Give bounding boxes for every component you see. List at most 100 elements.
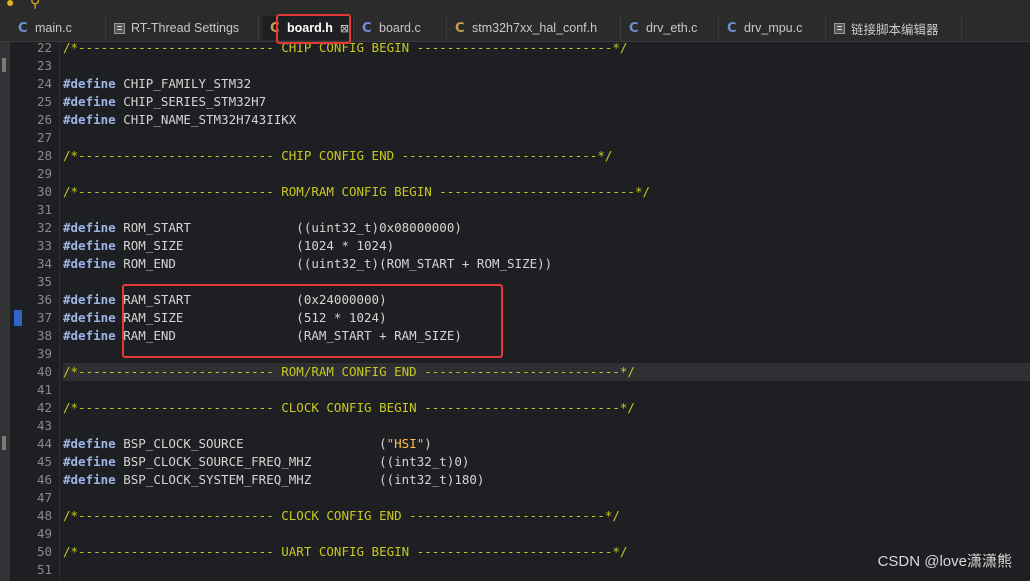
code-token: ROM_START ((uint32_t)0x08000000)	[115, 220, 462, 235]
code-line[interactable]: #define CHIP_NAME_STM32H743IIKX	[63, 111, 1030, 129]
toolbar-strip: ● ⚲	[0, 0, 1030, 14]
line-number: 50	[36, 544, 52, 559]
search-icon[interactable]: ⚲	[30, 0, 40, 11]
c-file-icon: C	[629, 20, 639, 36]
line-number: 28	[36, 148, 52, 163]
tab-label: board.h	[287, 21, 333, 35]
code-token: ROM_END ((uint32_t)(ROM_START + ROM_SIZE…	[115, 256, 553, 271]
line-number: 47	[36, 490, 52, 505]
line-number: 48	[36, 508, 52, 523]
line-number-gutter: 22 23 24 25 26 27 28 29 30 31 32 33 34 35 36 37 38 39 40 41…	[12, 40, 56, 581]
comment-token: /*-------------------------- CLOCK CONFI…	[63, 400, 635, 415]
c-file-icon: C	[18, 20, 28, 36]
tab-label: drv_mpu.c	[744, 21, 803, 35]
comment-token: /*-------------------------- CHIP CONFIG…	[63, 40, 628, 55]
code-line[interactable]: #define RAM_END (RAM_START + RAM_SIZE)	[63, 327, 1030, 345]
code-line[interactable]	[63, 489, 1030, 507]
toolbar-icon[interactable]: ●	[6, 0, 14, 10]
tab-linker-editor[interactable]: 链接脚本编辑器	[826, 16, 962, 40]
line-number: 38	[36, 328, 52, 343]
code-line[interactable]: /*-------------------------- ROM/RAM CON…	[63, 183, 1030, 201]
line-number: 29	[36, 166, 52, 181]
line-number: 49	[36, 526, 52, 541]
code-line[interactable]	[63, 273, 1030, 291]
code-line[interactable]	[63, 57, 1030, 75]
code-line[interactable]: #define BSP_CLOCK_SYSTEM_FREQ_MHZ ((int3…	[63, 471, 1030, 489]
code-token: ROM_SIZE (1024 * 1024)	[115, 238, 395, 253]
line-number: 22	[36, 40, 52, 55]
settings-file-icon	[114, 22, 125, 34]
line-number: 25	[36, 94, 52, 109]
linker-editor-icon	[834, 22, 845, 34]
comment-token: /*-------------------------- UART CONFIG…	[63, 544, 628, 559]
tab-label: stm32h7xx_hal_conf.h	[472, 21, 598, 35]
code-token: RAM_END (RAM_START + RAM_SIZE)	[115, 328, 462, 343]
tab-board-c[interactable]: Cboard.c	[354, 16, 447, 40]
code-line[interactable]: /*-------------------------- CHIP CONFIG…	[63, 147, 1030, 165]
keyword-token: #define	[63, 76, 116, 91]
line-number: 30	[36, 184, 52, 199]
line-number: 27	[36, 130, 52, 145]
code-line[interactable]: #define CHIP_FAMILY_STM32	[63, 75, 1030, 93]
keyword-token: #define	[63, 292, 116, 307]
keyword-token: #define	[63, 94, 116, 109]
code-line[interactable]: #define ROM_END ((uint32_t)(ROM_START + …	[63, 255, 1030, 273]
line-number: 24	[36, 76, 52, 91]
code-line[interactable]	[63, 417, 1030, 435]
keyword-token: #define	[63, 238, 116, 253]
editor-tab-bar: Cmain.c RT-Thread Settings Cboard.h ⊠ Cboard…	[0, 14, 1030, 42]
code-line[interactable]: #define ROM_START ((uint32_t)0x08000000)	[63, 219, 1030, 237]
code-line[interactable]: #define BSP_CLOCK_SOURCE ("HSI")	[63, 435, 1030, 453]
comment-token: /*-------------------------- ROM/RAM CON…	[63, 364, 635, 379]
tab-label: drv_eth.c	[646, 21, 698, 35]
tab-stm32h7xx-hal-conf-h[interactable]: Cstm32h7xx_hal_conf.h	[447, 16, 621, 40]
code-line[interactable]: /*-------------------------- CLOCK CONFI…	[63, 399, 1030, 417]
ruler-marker	[2, 436, 6, 450]
code-area[interactable]: /*-------------------------- CHIP CONFIG…	[63, 39, 1030, 581]
code-line[interactable]	[63, 165, 1030, 183]
code-editor[interactable]: 22 23 24 25 26 27 28 29 30 31 32 33 34 35 36 37 38 39 40 41…	[0, 39, 1030, 581]
code-token: )	[424, 436, 432, 451]
keyword-token: #define	[63, 220, 116, 235]
keyword-token: #define	[63, 472, 116, 487]
keyword-token: #define	[63, 454, 116, 469]
tab-rt-thread-settings[interactable]: RT-Thread Settings	[106, 16, 259, 40]
line-number: 35	[36, 274, 52, 289]
tab-label: 链接脚本编辑器	[851, 22, 939, 37]
code-line[interactable]: #define CHIP_SERIES_STM32H7	[63, 93, 1030, 111]
code-line[interactable]	[63, 201, 1030, 219]
code-line[interactable]: #define BSP_CLOCK_SOURCE_FREQ_MHZ ((int3…	[63, 453, 1030, 471]
tab-label: RT-Thread Settings	[131, 21, 240, 35]
code-line[interactable]	[63, 381, 1030, 399]
bookmark-marker-icon[interactable]	[14, 310, 22, 326]
code-line[interactable]: /*-------------------------- CHIP CONFIG…	[63, 39, 1030, 57]
code-line[interactable]: #define ROM_SIZE (1024 * 1024)	[63, 237, 1030, 255]
keyword-token: #define	[63, 256, 116, 271]
tab-board-h[interactable]: Cboard.h ⊠	[262, 16, 354, 40]
code-line[interactable]: /*-------------------------- CLOCK CONFI…	[63, 507, 1030, 525]
code-line[interactable]: #define RAM_START (0x24000000)	[63, 291, 1030, 309]
code-token: CHIP_NAME_STM32H743IIKX	[115, 112, 297, 127]
ruler-marker	[2, 58, 6, 72]
code-line[interactable]	[63, 129, 1030, 147]
comment-token: /*-------------------------- CHIP CONFIG…	[63, 148, 613, 163]
code-line[interactable]: /*-------------------------- ROM/RAM CON…	[63, 363, 1030, 381]
line-number: 32	[36, 220, 52, 235]
tab-drv-mpu-c[interactable]: Cdrv_mpu.c	[719, 16, 826, 40]
code-token: BSP_CLOCK_SOURCE_FREQ_MHZ ((int32_t)0)	[115, 454, 470, 469]
line-number: 26	[36, 112, 52, 127]
code-line[interactable]	[63, 345, 1030, 363]
close-tab-icon[interactable]: ⊠	[340, 22, 349, 35]
code-line[interactable]: #define RAM_SIZE (512 * 1024)	[63, 309, 1030, 327]
code-token: CHIP_SERIES_STM32H7	[115, 94, 267, 109]
code-line[interactable]	[63, 525, 1030, 543]
line-number: 43	[36, 418, 52, 433]
left-ruler	[0, 42, 10, 581]
line-number: 36	[36, 292, 52, 307]
code-token: RAM_START (0x24000000)	[115, 292, 387, 307]
string-token: "HSI"	[386, 436, 425, 451]
code-token: BSP_CLOCK_SYSTEM_FREQ_MHZ ((int32_t)180)	[115, 472, 485, 487]
tab-drv-eth-c[interactable]: Cdrv_eth.c	[621, 16, 719, 40]
tab-main-c[interactable]: Cmain.c	[10, 16, 106, 40]
keyword-token: #define	[63, 328, 116, 343]
